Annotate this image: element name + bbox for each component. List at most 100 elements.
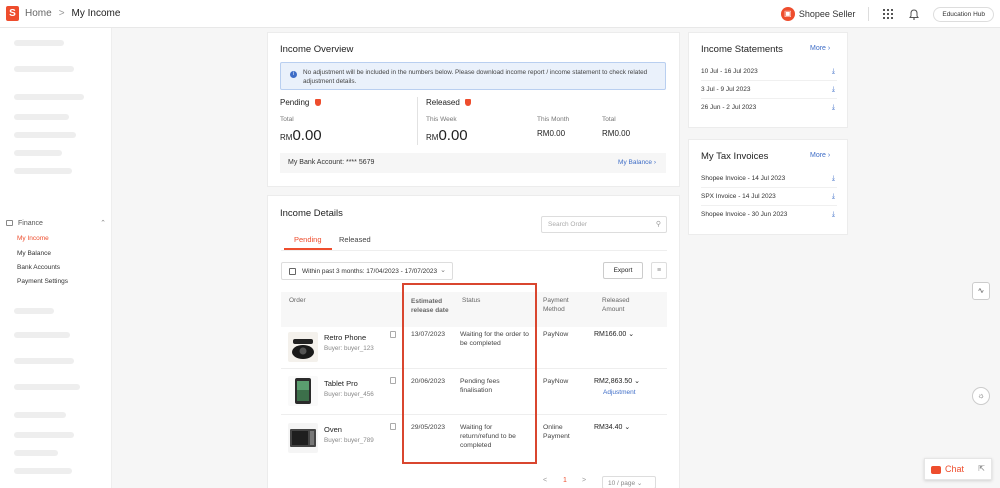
- statements-more-link[interactable]: More ›: [810, 45, 830, 52]
- sidebar-section-finance[interactable]: Finance ⌃: [6, 219, 106, 227]
- statement-item: 3 Jul - 9 Jul 2023 ⤓: [701, 81, 837, 99]
- blurred-menu-item[interactable]: [14, 468, 72, 474]
- product-name[interactable]: Tablet Pro: [324, 379, 358, 388]
- activity-pulse-icon[interactable]: ∿: [972, 282, 990, 300]
- page-size-select[interactable]: 10 / page ⌄: [602, 476, 656, 488]
- released-amount[interactable]: RM34.40 ⌄: [594, 423, 630, 431]
- this-week-amount: RM0.00: [426, 127, 468, 144]
- statement-item: 26 Jun - 2 Jul 2023 ⤓: [701, 99, 837, 117]
- released-section: Released: [426, 98, 472, 107]
- tab-pending[interactable]: Pending: [294, 235, 322, 244]
- date-range-filter[interactable]: Within past 3 months: 17/04/2023 - 17/07…: [281, 262, 453, 280]
- chat-button[interactable]: Chat ⇱: [924, 458, 992, 480]
- this-month-label: This Month: [537, 116, 570, 123]
- sidebar-item-payment-settings[interactable]: Payment Settings: [17, 278, 68, 285]
- oven-image: [288, 423, 318, 453]
- invoice-label: Shopee Invoice - 14 Jul 2023: [701, 175, 786, 182]
- sidebar-item-my-income[interactable]: My Income: [17, 235, 49, 242]
- list-menu-icon[interactable]: ≡: [651, 262, 667, 279]
- download-icon[interactable]: ⤓: [832, 99, 835, 116]
- total-label: Total: [602, 116, 616, 123]
- payment-method-cell: Online Payment: [543, 424, 570, 440]
- blurred-menu-item[interactable]: [14, 412, 66, 418]
- blurred-menu-item[interactable]: [14, 132, 76, 138]
- product-name[interactable]: Oven: [324, 425, 342, 434]
- calendar-icon: [289, 268, 296, 275]
- blurred-menu-item[interactable]: [14, 332, 70, 338]
- search-order-input[interactable]: Search Order ⚲: [541, 216, 667, 233]
- blurred-menu-item[interactable]: [14, 358, 74, 364]
- amount-value: RM2,863.50: [594, 378, 633, 385]
- blurred-menu-item[interactable]: [14, 168, 72, 174]
- sidebar-item-bank-accounts[interactable]: Bank Accounts: [17, 264, 60, 271]
- download-icon[interactable]: ⤓: [832, 170, 835, 187]
- expand-icon[interactable]: ⇱: [978, 464, 985, 473]
- page-number[interactable]: 1: [563, 477, 567, 484]
- tax-invoices-title: My Tax Invoices: [701, 151, 769, 162]
- breadcrumb-home[interactable]: Home: [25, 8, 52, 19]
- blurred-menu-item[interactable]: [14, 150, 62, 156]
- blurred-menu-item[interactable]: [14, 308, 54, 314]
- adjustment-link[interactable]: Adjustment: [603, 389, 636, 396]
- copy-icon[interactable]: [390, 377, 396, 384]
- income-details-title: Income Details: [280, 208, 343, 219]
- amount-value: RM166.00: [594, 331, 627, 338]
- currency-label: RM: [280, 133, 293, 142]
- blurred-menu-item[interactable]: [14, 432, 74, 438]
- product-name[interactable]: Retro Phone: [324, 333, 366, 342]
- income-statements-card: Income Statements More › 10 Jul - 16 Jul…: [688, 32, 848, 128]
- copy-icon[interactable]: [390, 423, 396, 430]
- notice-text: No adjustment will be included in the nu…: [303, 69, 648, 85]
- blurred-menu-item[interactable]: [14, 66, 74, 72]
- download-icon[interactable]: ⤓: [832, 188, 835, 205]
- sidebar-item-my-balance[interactable]: My Balance: [17, 250, 51, 257]
- income-overview-title: Income Overview: [280, 44, 354, 55]
- column-payment-method: Payment Method: [543, 297, 569, 313]
- tablet-image: [288, 376, 318, 406]
- my-balance-link[interactable]: My Balance ›: [618, 159, 656, 166]
- bank-account-bar: My Bank Account: **** 5679 My Balance ›: [280, 153, 666, 173]
- export-button[interactable]: Export: [603, 262, 643, 279]
- pending-total-amount: RM0.00: [280, 127, 322, 144]
- chevron-down-icon: ⌄: [634, 378, 640, 385]
- bank-account-text: My Bank Account: **** 5679: [288, 159, 375, 166]
- chat-label: Chat: [945, 464, 965, 474]
- chevron-up-icon[interactable]: ⌃: [100, 219, 106, 227]
- more-label: More: [810, 152, 826, 159]
- tax-more-link[interactable]: More ›: [810, 152, 830, 159]
- payment-method-cell: PayNow: [543, 331, 569, 338]
- blurred-menu-item[interactable]: [14, 114, 69, 120]
- copy-icon[interactable]: [390, 331, 396, 338]
- total-amount: RM0.00: [602, 129, 631, 138]
- chevron-down-icon: ⌄: [624, 424, 631, 431]
- tab-divider: [281, 250, 667, 251]
- tab-released[interactable]: Released: [339, 235, 371, 244]
- download-icon[interactable]: ⤓: [832, 206, 835, 223]
- apps-grid-icon[interactable]: [881, 7, 895, 21]
- invoice-item: Shopee Invoice - 30 Jun 2023 ⤓: [701, 206, 837, 224]
- shopee-logo-icon[interactable]: S: [6, 6, 19, 21]
- blurred-menu-item[interactable]: [14, 384, 80, 390]
- statement-item: 10 Jul - 16 Jul 2023 ⤓: [701, 63, 837, 81]
- blurred-menu-item[interactable]: [14, 40, 64, 46]
- shopee-seller-logo-icon: ▣: [780, 7, 795, 21]
- next-page-icon[interactable]: >: [582, 477, 586, 484]
- income-statements-title: Income Statements: [701, 44, 783, 55]
- released-amount[interactable]: RM2,863.50 ⌄: [594, 377, 640, 385]
- download-icon[interactable]: ⤓: [832, 81, 835, 98]
- headset-icon[interactable]: ☼: [972, 387, 990, 405]
- pending-section: Pending: [280, 98, 321, 107]
- prev-page-icon[interactable]: <: [543, 477, 547, 484]
- education-hub-button[interactable]: Education Hub: [933, 6, 994, 22]
- bell-icon[interactable]: [907, 7, 921, 21]
- income-overview-card: Income Overview i No adjustment will be …: [267, 32, 680, 187]
- column-order: Order: [289, 297, 306, 304]
- released-amount[interactable]: RM166.00 ⌄: [594, 330, 634, 338]
- my-balance-link-label: My Balance: [618, 159, 653, 166]
- this-week-label: This Week: [426, 116, 457, 123]
- blurred-menu-item[interactable]: [14, 94, 84, 100]
- download-icon[interactable]: ⤓: [832, 63, 835, 80]
- statement-label: 26 Jun - 2 Jul 2023: [701, 104, 757, 111]
- search-icon[interactable]: ⚲: [656, 220, 661, 228]
- blurred-menu-item[interactable]: [14, 450, 58, 456]
